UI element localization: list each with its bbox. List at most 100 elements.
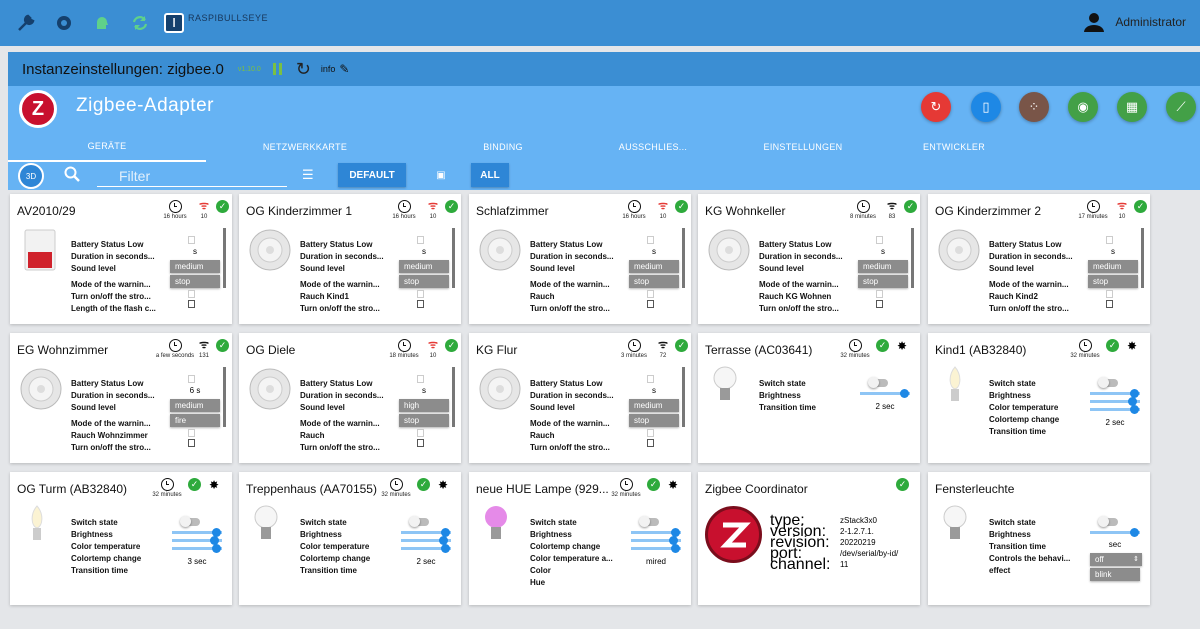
effect-select[interactable]: blink	[1090, 568, 1140, 581]
tab-netzwerkkarte[interactable]: NETZWERKKARTE	[206, 132, 404, 162]
slider[interactable]	[631, 536, 681, 545]
battery-low-checkbox[interactable]	[188, 236, 195, 244]
scrollbar[interactable]	[911, 228, 914, 288]
switch-toggle[interactable]	[180, 516, 200, 527]
battery-low-checkbox[interactable]	[647, 375, 654, 383]
smoke-checkbox[interactable]	[876, 290, 883, 298]
scrollbar[interactable]	[1141, 228, 1144, 288]
battery-low-checkbox[interactable]	[1106, 236, 1113, 244]
restart-button[interactable]: ↻	[921, 92, 951, 122]
user-menu[interactable]: Administrator	[1083, 11, 1186, 33]
sound-level-select[interactable]: medium	[629, 399, 679, 412]
switch-toggle[interactable]	[1098, 516, 1118, 527]
device-card[interactable]: Treppenhaus (AA70155) 32 minutes ✓ ✸ Switch …	[239, 472, 461, 605]
sound-level-select[interactable]: medium	[170, 399, 220, 412]
warning-mode-select[interactable]: stop	[170, 275, 220, 288]
battery-low-checkbox[interactable]	[188, 375, 195, 383]
filter-input[interactable]	[97, 165, 287, 187]
sound-level-select[interactable]: medium	[858, 260, 908, 273]
warning-mode-select[interactable]: stop	[399, 275, 449, 288]
strobe-checkbox[interactable]	[417, 300, 424, 308]
device-card[interactable]: neue HUE Lampe (929... 32 minutes ✓ ✸ Switch…	[469, 472, 691, 605]
battery-low-checkbox[interactable]	[647, 236, 654, 244]
slider[interactable]	[1090, 397, 1140, 406]
smoke-checkbox[interactable]	[188, 290, 195, 298]
device-card[interactable]: KG Flur 3 minutes ᯤ 72 ✓ Battery Status Low Du…	[469, 333, 691, 463]
slider[interactable]	[401, 536, 451, 545]
behavior-select[interactable]: off	[1090, 553, 1142, 566]
smoke-checkbox[interactable]	[647, 429, 654, 437]
warning-mode-select[interactable]: stop	[629, 275, 679, 288]
reload-icon[interactable]: ↻	[296, 59, 311, 80]
device-card[interactable]: OG Turm (AB32840) 32 minutes ✓ ✸ Switch stat…	[10, 472, 232, 605]
strobe-checkbox[interactable]	[417, 439, 424, 447]
default-button[interactable]: DEFAULT	[338, 163, 406, 187]
settings-icon[interactable]	[52, 11, 76, 35]
warning-mode-select[interactable]: stop	[399, 414, 449, 427]
slider[interactable]	[172, 536, 222, 545]
smoke-checkbox[interactable]	[188, 429, 195, 437]
refresh-arrows-icon[interactable]	[128, 11, 152, 35]
device-card[interactable]: Fensterleuchte Switch state Brightness Tran…	[928, 472, 1150, 605]
slider[interactable]	[1090, 405, 1140, 414]
pause-icon[interactable]	[272, 63, 282, 75]
slider[interactable]	[1090, 389, 1140, 398]
sound-level-select[interactable]: medium	[629, 260, 679, 273]
strobe-checkbox[interactable]	[188, 300, 195, 308]
slider[interactable]	[1090, 528, 1140, 537]
wrench-icon[interactable]	[14, 11, 38, 35]
warning-mode-select[interactable]: stop	[858, 275, 908, 288]
sort-icon[interactable]: ☰	[302, 167, 314, 183]
touchlink-button[interactable]: ⁘	[1019, 92, 1049, 122]
warning-mode-select[interactable]: stop	[1088, 275, 1138, 288]
map-button[interactable]: ▦	[1117, 92, 1147, 122]
smoke-checkbox[interactable]	[417, 290, 424, 298]
slider[interactable]	[172, 528, 222, 537]
pair-code-button[interactable]: ▯	[971, 92, 1001, 122]
strobe-checkbox[interactable]	[647, 300, 654, 308]
smoke-checkbox[interactable]	[647, 290, 654, 298]
scrollbar[interactable]	[682, 228, 685, 288]
sound-level-select[interactable]: high	[399, 399, 449, 412]
strobe-checkbox[interactable]	[647, 439, 654, 447]
device-card[interactable]: EG Wohnzimmer a few seconds ᯤ 131 ✓ Battery S…	[10, 333, 232, 463]
strobe-checkbox[interactable]	[188, 439, 195, 447]
sound-level-select[interactable]: medium	[1088, 260, 1138, 273]
slider[interactable]	[631, 544, 681, 553]
strobe-checkbox[interactable]	[1106, 300, 1113, 308]
edit-icon[interactable]: ✎	[339, 62, 349, 76]
all-button[interactable]: ALL	[471, 163, 509, 187]
sound-level-select[interactable]: medium	[399, 260, 449, 273]
smoke-checkbox[interactable]	[1106, 290, 1113, 298]
view-toggle-icon[interactable]: ▣	[422, 163, 460, 187]
tab-entwickler[interactable]: ENTWICKLER	[855, 132, 1053, 162]
slider[interactable]	[631, 528, 681, 537]
warning-mode-select[interactable]: fire	[170, 414, 220, 427]
warning-mode-select[interactable]: stop	[629, 414, 679, 427]
pairing-button[interactable]: ◉	[1068, 92, 1098, 122]
switch-toggle[interactable]	[639, 516, 659, 527]
device-card[interactable]: KG Wohnkeller 8 minutes ᯤ 83 ✓ Battery Status…	[698, 194, 920, 324]
sound-level-select[interactable]: medium	[170, 260, 220, 273]
slider[interactable]	[401, 544, 451, 553]
slider[interactable]	[172, 544, 222, 553]
slider[interactable]	[401, 528, 451, 537]
battery-low-checkbox[interactable]	[417, 236, 424, 244]
scrollbar[interactable]	[223, 367, 226, 427]
smoke-checkbox[interactable]	[417, 429, 424, 437]
battery-low-checkbox[interactable]	[417, 375, 424, 383]
device-card[interactable]: Schlafzimmer 16 hours ᯤ 10 ✓ Battery Status L…	[469, 194, 691, 324]
slider[interactable]	[860, 389, 910, 398]
tab-geraete[interactable]: GERÄTE	[8, 132, 206, 162]
switch-toggle[interactable]	[409, 516, 429, 527]
device-card[interactable]: OG Kinderzimmer 2 17 minutes ᯤ 10 ✓ Battery S…	[928, 194, 1150, 324]
scrollbar[interactable]	[682, 367, 685, 427]
device-card[interactable]: OG Diele 18 minutes ᯤ 10 ✓ Battery Status Low…	[239, 333, 461, 463]
device-card[interactable]: Terrasse (AC03641) 32 minutes ✓ ✸ Switch sta…	[698, 333, 920, 463]
device-card[interactable]: OG Kinderzimmer 1 16 hours ᯤ 10 ✓ Battery Sta…	[239, 194, 461, 324]
strobe-checkbox[interactable]	[876, 300, 883, 308]
switch-toggle[interactable]	[868, 377, 888, 388]
scrollbar[interactable]	[452, 228, 455, 288]
device-card[interactable]: Kind1 (AB32840) 32 minutes ✓ ✸ Switch state B…	[928, 333, 1150, 463]
scrollbar[interactable]	[223, 228, 226, 288]
